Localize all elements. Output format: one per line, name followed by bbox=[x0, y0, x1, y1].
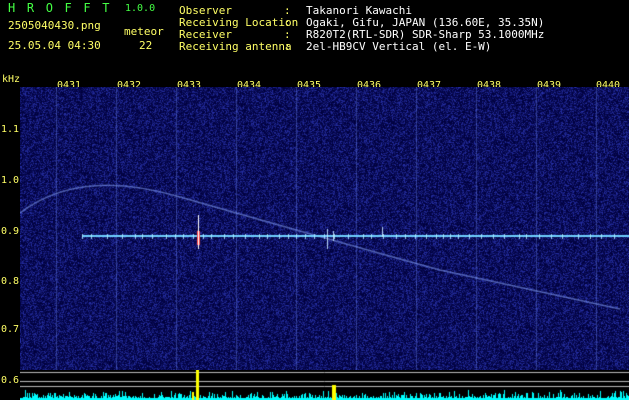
hrofft-viewer: H R O F F T 1.0.0 2505040430.png meteor … bbox=[0, 0, 629, 400]
frequency-tick-label: 1.1 bbox=[1, 124, 20, 135]
meteor-count: 22 bbox=[139, 39, 153, 52]
info-label-antenna: Receiving antenna bbox=[179, 40, 292, 53]
file-name: 2505040430.png bbox=[8, 19, 101, 32]
y-axis-unit: kHz bbox=[2, 74, 21, 85]
app-version: 1.0.0 bbox=[125, 3, 156, 14]
frequency-tick-label: 0.8 bbox=[1, 276, 20, 287]
frequency-tick-label: 0.9 bbox=[1, 226, 20, 237]
app-name: H R O F F T bbox=[8, 1, 112, 15]
meteor-label: meteor bbox=[124, 25, 164, 38]
signal-level-strip bbox=[20, 370, 629, 400]
date-time: 25.05.04 04:30 bbox=[8, 39, 101, 52]
info-colon: : bbox=[284, 40, 291, 53]
frequency-tick-label: 0.6 bbox=[1, 375, 20, 386]
frequency-tick-label: 0.7 bbox=[1, 324, 20, 335]
frequency-tick-label: 1.0 bbox=[1, 175, 20, 186]
spectrogram-canvas bbox=[20, 87, 629, 370]
info-value-antenna: 2el-HB9CV Vertical (el. E-W) bbox=[306, 40, 492, 53]
